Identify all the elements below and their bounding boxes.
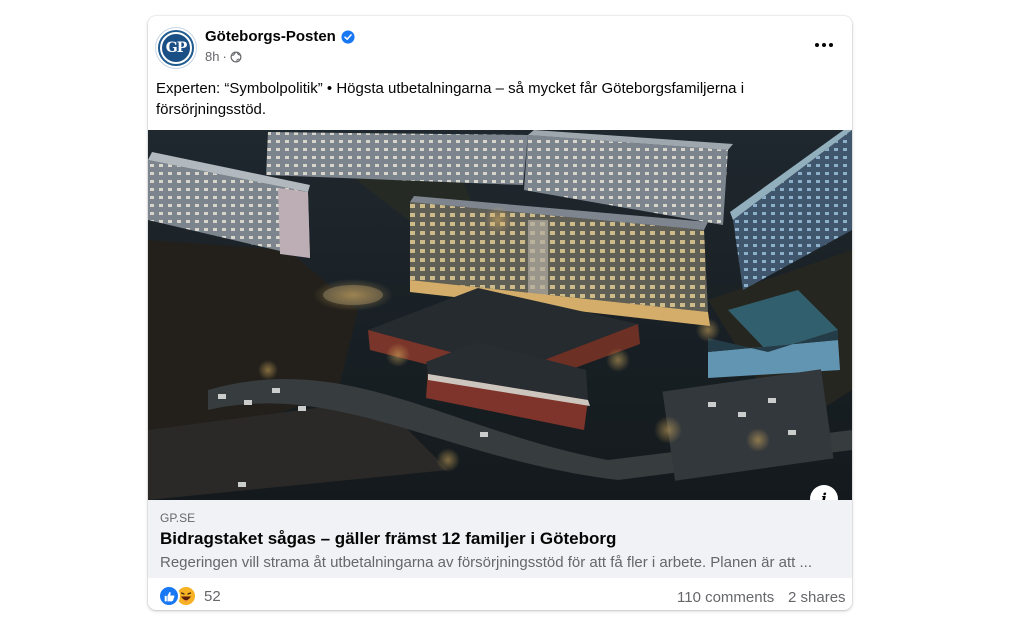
post-meta: 8h · xyxy=(205,49,242,64)
like-reaction-icon xyxy=(158,585,180,607)
more-options-icon[interactable] xyxy=(810,34,838,56)
gp-logo: GP xyxy=(160,32,192,64)
link-description: Regeringen vill strama åt utbetalningarn… xyxy=(160,554,813,571)
page-name-link[interactable]: Göteborgs-Posten xyxy=(205,28,336,45)
link-domain: GP.SE xyxy=(160,511,196,525)
page-name-row: Göteborgs-Posten xyxy=(205,28,355,45)
aerial-night-photo xyxy=(148,130,852,500)
globe-icon xyxy=(230,51,242,62)
post-header: GP Göteborgs-Posten 8h · xyxy=(148,16,852,72)
link-title[interactable]: Bidragstaket sågas – gäller främst 12 fa… xyxy=(160,529,616,549)
post-caption: Experten: “Symbolpolitik” • Högsta utbet… xyxy=(156,80,745,118)
comments-count-link[interactable]: 110 comments xyxy=(677,589,774,606)
post-photo[interactable] xyxy=(148,130,852,500)
verified-badge-icon xyxy=(341,29,355,44)
link-preview[interactable]: GP.SE Bidragstaket sågas – gäller främst… xyxy=(148,500,852,578)
meta-separator: · xyxy=(222,49,227,64)
reaction-count: 52 xyxy=(204,587,221,605)
post-timestamp[interactable]: 8h xyxy=(205,49,219,64)
shares-count-link[interactable]: 2 shares xyxy=(788,589,846,606)
reaction-summary[interactable]: 52 xyxy=(158,585,221,607)
engagement-bar: 52 110 comments 2 shares xyxy=(148,578,852,610)
page-avatar[interactable]: GP xyxy=(155,27,197,69)
facebook-post-card: GP Göteborgs-Posten 8h · Experten: “Symb… xyxy=(148,16,852,610)
